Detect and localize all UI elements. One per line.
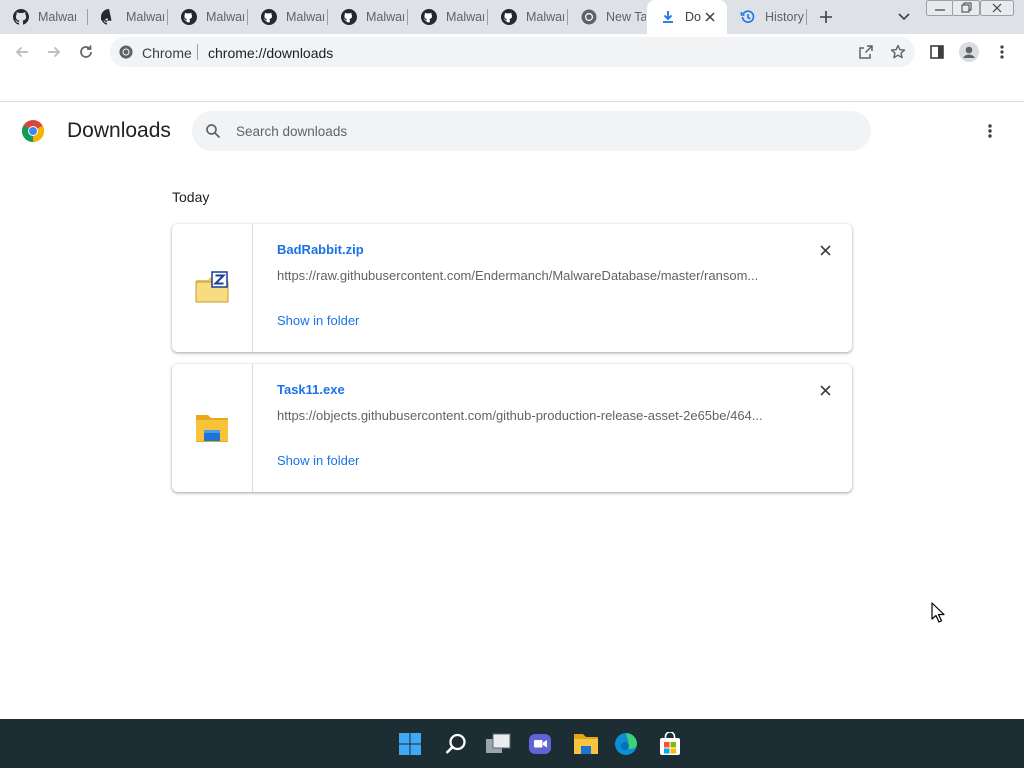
plus-icon (820, 11, 832, 23)
chevron-down-icon (898, 13, 910, 21)
side-panel-button[interactable] (925, 40, 949, 64)
show-in-folder-link[interactable]: Show in folder (277, 453, 359, 468)
download-item: Task11.exe https://objects.githubusercon… (172, 364, 852, 492)
omnibox-divider (197, 44, 198, 60)
github-icon (261, 9, 277, 25)
tab-title: Malwar (286, 10, 324, 24)
github-icon (13, 9, 29, 25)
chrome-icon (581, 9, 597, 25)
github-icon (181, 9, 197, 25)
arrow-left-icon (15, 46, 28, 58)
omnibox[interactable]: Chrome chrome://downloads (110, 37, 915, 67)
github-icon (101, 9, 117, 25)
reload-button[interactable] (74, 40, 98, 64)
download-icon (660, 9, 676, 25)
close-icon (980, 0, 1014, 16)
restore-button[interactable] (952, 0, 980, 16)
tab-malware-5[interactable]: Malwar (328, 0, 408, 34)
file-explorer-icon[interactable] (573, 731, 599, 757)
profile-button[interactable] (957, 40, 981, 64)
show-in-folder-link[interactable]: Show in folder (277, 313, 359, 328)
minimize-icon (926, 0, 954, 16)
share-icon[interactable] (858, 44, 874, 60)
site-chip[interactable]: Chrome (142, 45, 192, 61)
browser-toolbar: Chrome chrome://downloads (0, 34, 1024, 70)
tab-malware-3[interactable]: Malwar (168, 0, 248, 34)
close-window-button[interactable] (980, 0, 1014, 16)
tab-malware-4[interactable]: Malwar (248, 0, 328, 34)
tab-title: Malwar (526, 10, 564, 24)
file-source-url[interactable]: https://raw.githubusercontent.com/Enderm… (277, 268, 771, 283)
close-icon[interactable] (703, 10, 717, 24)
forward-button[interactable] (42, 40, 66, 64)
more-vertical-icon (988, 124, 992, 138)
search-icon[interactable] (443, 731, 469, 757)
tab-new-tab[interactable]: New Ta (568, 0, 648, 34)
chrome-icon (119, 45, 133, 59)
file-icon-column (172, 364, 253, 492)
tab-title: History (765, 10, 804, 24)
search-input[interactable] (236, 111, 836, 151)
page-title: Downloads (67, 119, 171, 142)
store-icon[interactable] (657, 731, 683, 757)
tab-search-button[interactable] (895, 8, 913, 26)
date-section-label: Today (172, 189, 210, 205)
chrome-menu-button[interactable] (990, 40, 1014, 64)
more-actions-button[interactable] (979, 119, 1001, 143)
remove-download-button[interactable] (817, 382, 833, 398)
search-icon (205, 123, 221, 139)
tab-history[interactable]: History (727, 0, 807, 34)
tab-title: Malwar (446, 10, 484, 24)
exe-folder-icon (195, 411, 229, 443)
more-vertical-icon (1000, 45, 1004, 59)
zip-folder-icon (195, 271, 229, 303)
tab-strip: Malwar Malwar Malwar Malwar Malwar Malwa… (0, 0, 1024, 34)
task-view-icon[interactable] (485, 731, 511, 757)
arrow-right-icon (48, 46, 61, 58)
github-icon (501, 9, 517, 25)
tab-downloads[interactable]: Do (647, 0, 727, 34)
tab-separator (806, 9, 807, 25)
close-icon (819, 384, 831, 396)
search-box[interactable] (192, 111, 871, 151)
github-icon (421, 9, 437, 25)
chrome-logo-icon (21, 119, 45, 143)
tab-malware-2[interactable]: Malwar (88, 0, 168, 34)
github-icon (341, 9, 357, 25)
side-panel-icon (930, 45, 944, 59)
chat-icon[interactable] (527, 731, 553, 757)
tab-title: Malwar (38, 10, 76, 24)
tab-malware-6[interactable]: Malwar (408, 0, 488, 34)
file-source-url[interactable]: https://objects.githubusercontent.com/gi… (277, 408, 771, 423)
remove-download-button[interactable] (817, 242, 833, 258)
url-text[interactable]: chrome://downloads (208, 45, 333, 61)
tab-title: Malwar (366, 10, 404, 24)
mouse-cursor-icon (931, 602, 947, 624)
tab-malware-7[interactable]: Malwar (488, 0, 568, 34)
reload-icon (80, 45, 92, 58)
download-item: BadRabbit.zip https://raw.githubusercont… (172, 224, 852, 352)
taskbar (0, 719, 1024, 768)
downloads-header: Downloads (0, 102, 1024, 160)
tab-title: Malwar (206, 10, 244, 24)
edge-icon[interactable] (613, 731, 639, 757)
back-button[interactable] (10, 40, 34, 64)
avatar-icon (959, 42, 979, 62)
file-name-link[interactable]: Task11.exe (277, 382, 345, 397)
restore-icon (952, 0, 980, 16)
tab-title: Do (685, 10, 701, 24)
star-icon[interactable] (890, 44, 906, 60)
tab-title: New Ta (606, 10, 646, 24)
history-icon (740, 9, 756, 25)
new-tab-button[interactable] (815, 6, 837, 28)
minimize-button[interactable] (926, 0, 954, 16)
tab-title: Malwar (126, 10, 164, 24)
file-name-link[interactable]: BadRabbit.zip (277, 242, 364, 257)
start-icon[interactable] (397, 731, 423, 757)
file-icon-column (172, 224, 253, 352)
tab-malware-1[interactable]: Malwar (0, 0, 88, 34)
close-icon (819, 244, 831, 256)
